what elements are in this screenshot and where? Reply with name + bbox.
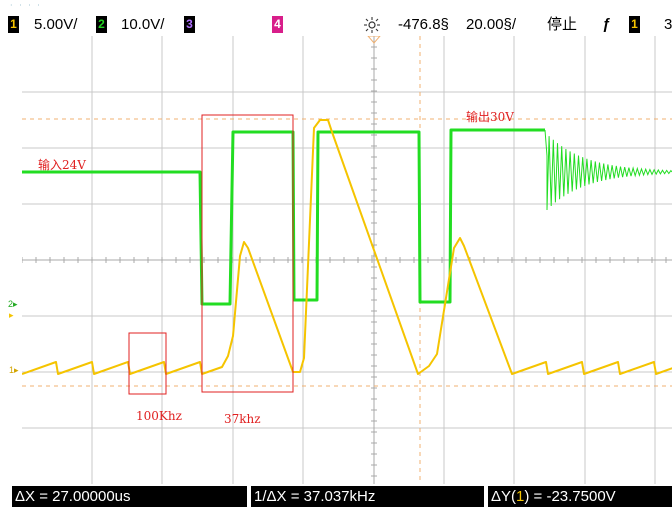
right-cut-label: 3 xyxy=(664,16,672,33)
trigger-sun-icon[interactable] xyxy=(364,14,380,36)
input-label: 输入24V xyxy=(38,158,86,172)
delta-y-readout[interactable]: ΔY(1) = -23.7500V xyxy=(488,486,672,507)
ch2-ground-marker[interactable]: 2▸ xyxy=(8,300,18,309)
freq-label-100khz: 100Khz xyxy=(136,409,182,423)
annot-box-37khz xyxy=(201,114,294,393)
rising-edge-icon[interactable]: ƒ xyxy=(602,14,610,36)
ch1-ground-marker[interactable]: 1▸ xyxy=(9,366,19,375)
ch4-indicator[interactable]: 4 xyxy=(272,16,283,33)
measurement-bar: ΔX = 27.00000us 1/ΔX = 37.037kHz ΔY(1) =… xyxy=(6,484,672,509)
top-status-bar: 1 5.00V/ 2 10.0V/ 3 4 -476.8§ 20.00§/ 停止… xyxy=(6,14,672,36)
ch2-ringing xyxy=(544,129,672,211)
trigger-position[interactable]: -476.8§ xyxy=(398,14,449,36)
inverse-delta-x-readout[interactable]: 1/ΔX = 37.037kHz xyxy=(251,486,484,507)
output-label: 输出30V xyxy=(466,110,514,124)
ch2-waveform xyxy=(22,128,545,306)
ch2-scale[interactable]: 10.0V/ xyxy=(121,14,164,36)
waveform-svg xyxy=(22,36,672,484)
freq-label-37khz: 37khz xyxy=(224,412,261,426)
axis-ticks xyxy=(22,36,667,477)
annotation-boxes xyxy=(128,114,294,395)
delta-x-readout[interactable]: ΔX = 27.00000us xyxy=(12,486,247,507)
ch3-indicator[interactable]: 3 xyxy=(184,16,195,33)
delta-y-prefix: ΔY( xyxy=(491,488,517,505)
waveform-display[interactable] xyxy=(22,36,672,484)
ch2-indicator[interactable]: 2 xyxy=(96,16,107,33)
run-state[interactable]: 停止 xyxy=(547,14,577,36)
ch1-offset-marker[interactable]: ▸ xyxy=(9,311,14,320)
delta-y-value: ) = -23.7500V xyxy=(524,488,616,505)
trigger-channel[interactable]: 1 xyxy=(629,16,640,33)
ch1-indicator[interactable]: 1 xyxy=(8,16,19,33)
ch1-scale[interactable]: 5.00V/ xyxy=(34,14,77,36)
time-scale[interactable]: 20.00§/ xyxy=(466,14,516,36)
top-dots: · · · · xyxy=(10,1,42,10)
